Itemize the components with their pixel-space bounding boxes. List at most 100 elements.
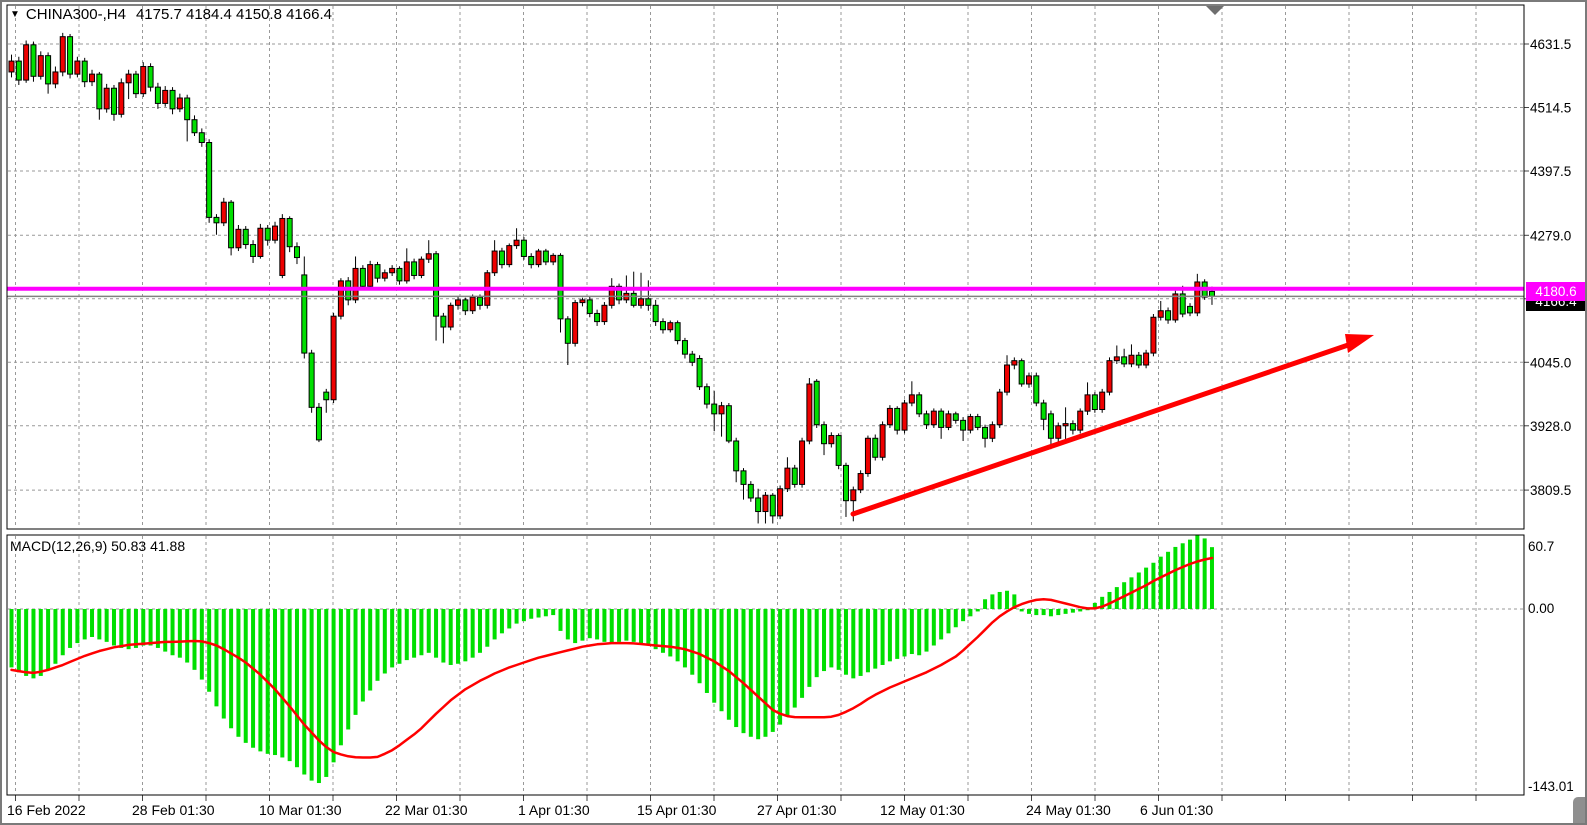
candle-body — [499, 251, 504, 265]
candle-body — [1034, 376, 1039, 403]
candle-body — [968, 417, 973, 431]
time-axis-label: 24 May 01:30 — [1026, 802, 1111, 818]
macd-histogram-bar — [624, 609, 628, 641]
macd-histogram-bar — [10, 609, 14, 667]
macd-histogram-bar — [807, 609, 811, 687]
time-axis-label: 27 Apr 01:30 — [757, 802, 837, 818]
chart-window[interactable]: 4631.54514.54397.54279.04045.03928.03809… — [0, 0, 1587, 825]
macd-histogram-bar — [339, 609, 343, 745]
candle-body — [38, 56, 43, 77]
macd-histogram-bar — [734, 609, 738, 727]
macd-histogram-bar — [1173, 547, 1177, 609]
candle-body — [412, 262, 417, 276]
chart-canvas[interactable]: 4631.54514.54397.54279.04045.03928.03809… — [2, 2, 1587, 825]
macd-histogram-bar — [1210, 547, 1214, 609]
macd-histogram-bar — [1049, 609, 1053, 616]
macd-histogram-bar — [383, 609, 387, 674]
macd-histogram-bar — [1195, 535, 1199, 609]
macd-histogram-bar — [551, 609, 555, 615]
candle-body — [463, 300, 468, 311]
macd-histogram-bar — [463, 609, 467, 661]
macd-histogram-bar — [756, 609, 760, 739]
candle-body — [133, 74, 138, 94]
candle-body — [939, 411, 944, 427]
trend-arrow-line[interactable] — [853, 343, 1354, 514]
macd-histogram-bar — [207, 609, 211, 692]
macd-axis-label: 60.7 — [1528, 539, 1554, 554]
macd-histogram-bar — [646, 609, 650, 646]
candle-body — [631, 293, 636, 305]
candle-body — [734, 441, 739, 471]
candle-body — [639, 299, 644, 306]
main-chart-panel-frame — [7, 5, 1524, 529]
candle-body — [338, 281, 343, 316]
candle-body — [251, 245, 256, 257]
candle-body — [1085, 395, 1090, 411]
macd-histogram-bar — [632, 609, 636, 642]
macd-histogram-bar — [376, 609, 380, 681]
candle-body — [1114, 357, 1119, 361]
macd-histogram-bar — [895, 609, 899, 659]
candle-body — [243, 229, 248, 244]
candle-body — [302, 275, 307, 353]
macd-histogram-bar — [595, 609, 599, 639]
candle-body — [477, 297, 482, 305]
candle-body — [68, 37, 73, 74]
price-axis-label: 3809.5 — [1530, 483, 1571, 498]
candle-body — [1063, 424, 1068, 426]
macd-histogram-bar — [302, 609, 306, 775]
macd-histogram-bar — [75, 609, 79, 643]
candle-body — [273, 226, 278, 240]
macd-histogram-bar — [639, 609, 643, 643]
candle-body — [265, 228, 270, 240]
candle-body — [902, 403, 907, 430]
candle-body — [1122, 357, 1127, 364]
macd-histogram-bar — [946, 609, 950, 633]
candle-body — [75, 61, 80, 74]
candle-body — [104, 88, 109, 109]
symbol-dropdown-icon[interactable]: ▼ — [10, 9, 20, 20]
trend-arrow-head[interactable] — [1345, 334, 1374, 353]
candle-body — [170, 90, 175, 108]
macd-histogram-bar — [1027, 609, 1031, 614]
macd-histogram-bar — [456, 609, 460, 664]
candle-body — [16, 61, 21, 80]
macd-histogram-bar — [712, 609, 716, 703]
macd-histogram-bar — [324, 609, 328, 777]
candle-body — [536, 251, 541, 265]
candle-body — [814, 381, 819, 424]
candle-body — [909, 395, 914, 403]
macd-histogram-bar — [171, 609, 175, 655]
macd-histogram-bar — [749, 609, 753, 737]
candle-body — [836, 436, 841, 466]
candle-body — [287, 218, 292, 246]
candle-body — [646, 299, 651, 306]
macd-histogram-bar — [1108, 592, 1112, 609]
macd-histogram-bar — [134, 609, 138, 648]
macd-histogram-bar — [932, 609, 936, 646]
price-axis-label: 4045.0 — [1530, 355, 1571, 370]
scrollbar-thumb[interactable] — [1573, 797, 1587, 825]
candle-body — [360, 268, 365, 286]
candle-body — [682, 341, 687, 355]
candle-body — [1026, 376, 1031, 384]
time-axis-label: 22 Mar 01:30 — [385, 802, 468, 818]
candle-body — [258, 228, 263, 256]
candle-body — [719, 406, 724, 414]
macd-histogram-bar — [105, 609, 109, 642]
macd-histogram-bar — [1188, 540, 1192, 609]
macd-histogram-bar — [610, 609, 614, 643]
candle-body — [470, 297, 475, 311]
macd-histogram-bar — [617, 609, 621, 642]
macd-histogram-bar — [141, 609, 145, 646]
candle-body — [1166, 311, 1171, 320]
chart-shift-marker-icon[interactable] — [1206, 6, 1224, 15]
candle-body — [82, 61, 87, 82]
macd-histogram-bar — [1034, 609, 1038, 615]
macd-histogram-bar — [529, 609, 533, 619]
candle-body — [858, 474, 863, 490]
macd-histogram-bar — [390, 609, 394, 667]
macd-histogram-bar — [24, 609, 28, 676]
macd-histogram-bar — [229, 609, 233, 728]
macd-histogram-bar — [881, 609, 885, 665]
